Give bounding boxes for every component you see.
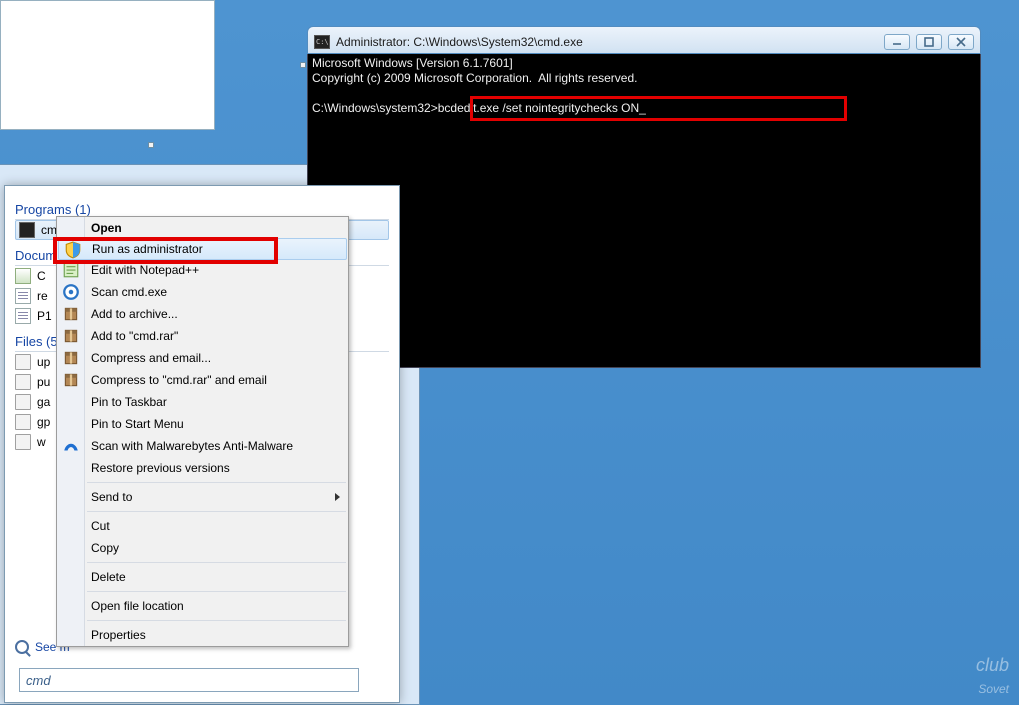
rar-icon — [62, 371, 80, 389]
shield-icon — [64, 241, 82, 259]
console-prompt: C:\Windows\system32> — [312, 101, 438, 115]
watermark-line: Sovet — [978, 682, 1009, 696]
context-menu-separator — [87, 511, 346, 512]
context-menu-label: Cut — [91, 519, 110, 533]
context-menu-item-add-to-cmd-rar[interactable]: Add to "cmd.rar" — [57, 325, 348, 347]
context-menu-label: Properties — [91, 628, 146, 642]
maximize-button[interactable] — [916, 34, 942, 50]
context-menu[interactable]: Open Run as administrator Edit with Notepa… — [56, 216, 349, 647]
search-box[interactable] — [19, 668, 359, 692]
context-menu-separator — [87, 482, 346, 483]
search-input[interactable] — [26, 673, 352, 688]
file-icon — [15, 394, 31, 410]
context-menu-item-restore-previous-versions[interactable]: Restore previous versions — [57, 457, 348, 479]
context-menu-label: Copy — [91, 541, 119, 555]
context-menu-item-compress-to-cmd-rar-and-email[interactable]: Compress to "cmd.rar" and email — [57, 369, 348, 391]
context-menu-item-add-to-archive[interactable]: Add to archive... — [57, 303, 348, 325]
context-menu-item-copy[interactable]: Copy — [57, 537, 348, 559]
mbam-icon — [62, 437, 80, 455]
window-titlebar[interactable]: Administrator: C:\Windows\System32\cmd.e… — [307, 26, 981, 54]
context-menu-label: Restore previous versions — [91, 461, 230, 475]
result-label: re — [37, 289, 48, 303]
context-menu-label: Pin to Taskbar — [91, 395, 167, 409]
context-menu-item-scan-with-malwarebytes-anti-malware[interactable]: Scan with Malwarebytes Anti-Malware — [57, 435, 348, 457]
context-menu-item-send-to[interactable]: Send to — [57, 486, 348, 508]
context-menu-label: Delete — [91, 570, 126, 584]
av-icon — [62, 283, 80, 301]
result-label: P1 — [37, 309, 52, 323]
close-button[interactable] — [948, 34, 974, 50]
context-menu-label: Compress to "cmd.rar" and email — [91, 373, 267, 387]
result-label: w — [37, 435, 46, 449]
console-line: Copyright (c) 2009 Microsoft Corporation… — [312, 71, 637, 85]
context-menu-label: Open — [91, 221, 122, 235]
minimize-button[interactable] — [884, 34, 910, 50]
context-menu-label: Edit with Notepad++ — [91, 263, 199, 277]
cursor: _ — [639, 101, 646, 115]
file-icon — [15, 354, 31, 370]
context-menu-label: Scan with Malwarebytes Anti-Malware — [91, 439, 293, 453]
result-label: ga — [37, 395, 50, 409]
context-menu-label: Send to — [91, 490, 132, 504]
rar-icon — [62, 349, 80, 367]
context-menu-separator — [87, 591, 346, 592]
context-menu-label: Compress and email... — [91, 351, 211, 365]
submenu-arrow-icon — [335, 493, 340, 501]
console-command: bcdedit.exe /set nointegritychecks ON — [438, 101, 639, 115]
rar-icon — [62, 327, 80, 345]
resize-handle — [300, 62, 306, 68]
background-document-stub — [0, 0, 215, 130]
context-menu-item-edit-with-notepad[interactable]: Edit with Notepad++ — [57, 259, 348, 281]
context-menu-label: Run as administrator — [92, 242, 203, 256]
search-icon — [15, 640, 29, 654]
context-menu-separator — [87, 620, 346, 621]
console-output[interactable]: Microsoft Windows [Version 6.1.7601] Cop… — [307, 54, 981, 368]
context-menu-separator — [87, 562, 346, 563]
cmd-icon — [314, 35, 330, 49]
window-title: Administrator: C:\Windows\System32\cmd.e… — [336, 35, 884, 49]
watermark-line: club — [976, 655, 1009, 675]
context-menu-label: Add to "cmd.rar" — [91, 329, 178, 343]
cmd-icon — [19, 222, 35, 238]
context-menu-item-delete[interactable]: Delete — [57, 566, 348, 588]
context-menu-label: Add to archive... — [91, 307, 178, 321]
context-menu-item-open[interactable]: Open — [57, 217, 348, 239]
context-menu-item-scan-cmd-exe[interactable]: Scan cmd.exe — [57, 281, 348, 303]
context-menu-item-properties[interactable]: Properties — [57, 624, 348, 646]
context-menu-item-pin-to-taskbar[interactable]: Pin to Taskbar — [57, 391, 348, 413]
resize-handle — [148, 142, 154, 148]
context-menu-label: Pin to Start Menu — [91, 417, 184, 431]
result-label: pu — [37, 375, 50, 389]
context-menu-item-cut[interactable]: Cut — [57, 515, 348, 537]
console-line: Microsoft Windows [Version 6.1.7601] — [312, 56, 513, 70]
command-prompt-window[interactable]: Administrator: C:\Windows\System32\cmd.e… — [307, 26, 981, 371]
file-icon — [15, 374, 31, 390]
result-label: up — [37, 355, 50, 369]
context-menu-item-compress-and-email[interactable]: Compress and email... — [57, 347, 348, 369]
context-menu-label: Open file location — [91, 599, 184, 613]
context-menu-label: Scan cmd.exe — [91, 285, 167, 299]
rar-icon — [62, 305, 80, 323]
notepad-icon — [15, 268, 31, 284]
file-icon — [15, 414, 31, 430]
npp-icon — [62, 261, 80, 279]
result-label: gp — [37, 415, 50, 429]
file-icon — [15, 434, 31, 450]
textfile-icon — [15, 288, 31, 304]
watermark: club Sovet — [976, 655, 1009, 699]
context-menu-item-open-file-location[interactable]: Open file location — [57, 595, 348, 617]
textfile-icon — [15, 308, 31, 324]
context-menu-item-run-as-administrator[interactable]: Run as administrator — [58, 238, 347, 260]
context-menu-item-pin-to-start-menu[interactable]: Pin to Start Menu — [57, 413, 348, 435]
result-label: C — [37, 269, 46, 283]
